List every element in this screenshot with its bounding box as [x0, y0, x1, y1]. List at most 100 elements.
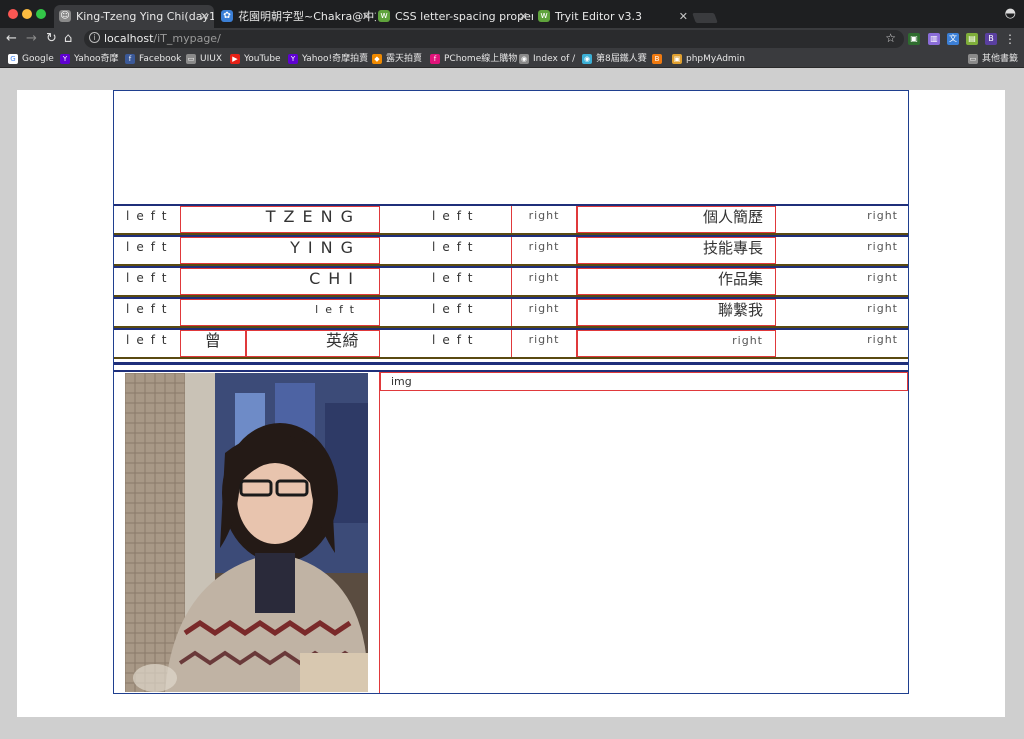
info-icon[interactable]: i — [89, 32, 100, 43]
google-icon: G — [8, 54, 18, 64]
w3-icon: w — [538, 10, 550, 22]
img-placeholder: img — [380, 372, 908, 391]
folder-icon: ▭ — [967, 54, 978, 64]
nav-row: left YING left right 技能專長 right — [114, 235, 908, 266]
right-cell: right — [867, 302, 898, 315]
section-divider — [114, 362, 908, 365]
bookmark-phpmyadmin[interactable]: ▣ phpMyAdmin — [672, 52, 745, 66]
name-cell: CHI — [180, 268, 380, 295]
right-cell: right — [867, 240, 898, 253]
bookmarks-bar: G Google Y Yahoo奇摩 f Facebook ▭ UIUX ▶ YouTub… — [0, 50, 1024, 68]
bookmark-ironman[interactable]: ◉ 第8屆鐵人賽 — [582, 52, 647, 66]
bookmark-uiux[interactable]: ▭ UIUX — [186, 52, 222, 66]
translate-icon[interactable]: 文 — [947, 33, 959, 45]
right-cell: right — [511, 299, 577, 326]
right-cell: right — [511, 237, 577, 264]
close-tab-icon[interactable]: ✕ — [200, 5, 209, 28]
youtube-icon: ▶ — [230, 54, 240, 64]
maximize-window-button[interactable] — [36, 9, 46, 19]
nav-row: left CHI left right 作品集 right — [114, 266, 908, 297]
left-cell: left — [432, 209, 480, 223]
header-band — [114, 91, 908, 204]
close-tab-icon[interactable]: ✕ — [362, 5, 371, 28]
page-body: left TZENG left right 個人簡歷 right left YI… — [17, 90, 1005, 717]
bookmark-ruten[interactable]: ◆ 露天拍賣 — [372, 52, 422, 66]
tab-strip: ☺ King-Tzeng Ying Chi(day12) ✕ ✿ 花園明朝字型~… — [0, 0, 1024, 28]
extension-icon[interactable]: ▣ — [908, 33, 920, 45]
incognito-icon: ◓ — [1004, 6, 1016, 21]
yahoo-icon: Y — [60, 54, 70, 64]
left-cell: left — [432, 240, 480, 254]
bookmark-yahoo-auction[interactable]: Y Yahoo!奇摩拍賣 — [288, 52, 368, 66]
profile-photo — [125, 373, 368, 692]
bookmark-facebook[interactable]: f Facebook — [125, 52, 181, 66]
menu-icon[interactable]: ⋮ — [1004, 30, 1016, 48]
left-cell: left — [126, 240, 174, 254]
tab-title: Tryit Editor v3.3 — [555, 10, 643, 23]
ithome-icon: ◉ — [582, 54, 592, 64]
tab-tryit-editor[interactable]: w Tryit Editor v3.3 ✕ — [533, 5, 693, 28]
close-window-button[interactable] — [8, 9, 18, 19]
right-cell: right — [867, 271, 898, 284]
right-cell: right — [511, 330, 577, 357]
reload-icon[interactable]: ↻ — [46, 30, 57, 48]
bookmark-google[interactable]: G Google — [8, 52, 54, 66]
bookmark-youtube[interactable]: ▶ YouTube — [230, 52, 281, 66]
content-wrapper: left TZENG left right 個人簡歷 right left YI… — [113, 90, 909, 694]
left-cell: left — [126, 333, 174, 347]
tab-css-letter-spacing[interactable]: w CSS letter-spacing property ✕ — [373, 5, 533, 28]
tab-title: 花園明朝字型~Chakra@中文 — [238, 10, 376, 23]
menu-item-contact[interactable]: 聯繫我 — [577, 299, 776, 326]
tab-title: King-Tzeng Ying Chi(day12) — [76, 10, 214, 23]
close-tab-icon[interactable]: ✕ — [679, 5, 688, 28]
bookmark-other[interactable]: ▭ 其他書籤 — [967, 52, 1018, 66]
left-cell: left — [432, 302, 480, 316]
new-tab-button[interactable] — [692, 13, 718, 23]
home-icon[interactable]: ⌂ — [64, 30, 72, 48]
minimize-window-button[interactable] — [22, 9, 32, 19]
extension-icon[interactable]: ▤ — [966, 33, 978, 45]
bookmark-star-icon[interactable]: ☆ — [885, 30, 896, 47]
name-cell: YING — [180, 237, 380, 264]
bookmark-pchome[interactable]: f PChome線上購物 — [430, 52, 517, 66]
tab-chakra[interactable]: ✿ 花園明朝字型~Chakra@中文 ✕ — [216, 5, 376, 28]
left-cell: left — [126, 302, 174, 316]
tab-king-tzeng[interactable]: ☺ King-Tzeng Ying Chi(day12) ✕ — [54, 5, 214, 28]
nav-row: left TZENG left right 個人簡歷 right — [114, 204, 908, 235]
bookmark-yahoo[interactable]: Y Yahoo奇摩 — [60, 52, 119, 66]
menu-item-resume[interactable]: 個人簡歷 — [577, 206, 776, 233]
surname-cell: 曾 — [180, 330, 246, 357]
ghost-icon: ◉ — [519, 54, 529, 64]
menu-item-portfolio[interactable]: 作品集 — [577, 268, 776, 295]
right-cell: right — [511, 268, 577, 295]
gear-icon: ✿ — [221, 10, 233, 22]
back-arrow-icon[interactable]: ← — [6, 30, 17, 48]
name-cell: TZENG — [180, 206, 380, 233]
w3-icon: w — [378, 10, 390, 22]
right-cell: right — [577, 330, 776, 357]
extension-icon[interactable]: ▥ — [928, 33, 940, 45]
left-cell: left — [126, 271, 174, 285]
left-cell: left — [126, 209, 174, 223]
blogger-icon: B — [652, 54, 662, 64]
right-cell: right — [511, 206, 577, 233]
photo-column — [114, 372, 380, 693]
forward-arrow-icon[interactable]: → — [26, 30, 37, 48]
tab-title: CSS letter-spacing property — [395, 10, 533, 23]
bootstrap-icon[interactable]: B — [985, 33, 997, 45]
pchome-icon: f — [430, 54, 440, 64]
address-bar[interactable]: i localhost/iT_mypage/ ☆ — [84, 30, 904, 48]
left-cell: left — [432, 271, 480, 285]
bookmark-index[interactable]: ◉ Index of / — [519, 52, 575, 66]
phpmyadmin-icon: ▣ — [672, 54, 682, 64]
right-cell: right — [867, 333, 898, 346]
close-tab-icon[interactable]: ✕ — [519, 5, 528, 28]
given-name-cell: 英綺 — [246, 330, 380, 357]
ghost-icon: ☺ — [59, 10, 71, 22]
url-text: localhost/iT_mypage/ — [104, 32, 221, 45]
left-cell: left — [432, 333, 480, 347]
yahoo-icon: Y — [288, 54, 298, 64]
menu-item-skills[interactable]: 技能專長 — [577, 237, 776, 264]
page-viewport: left TZENG left right 個人簡歷 right left YI… — [0, 69, 1024, 739]
nav-row: left 曾 英綺 left right right right — [114, 328, 908, 359]
